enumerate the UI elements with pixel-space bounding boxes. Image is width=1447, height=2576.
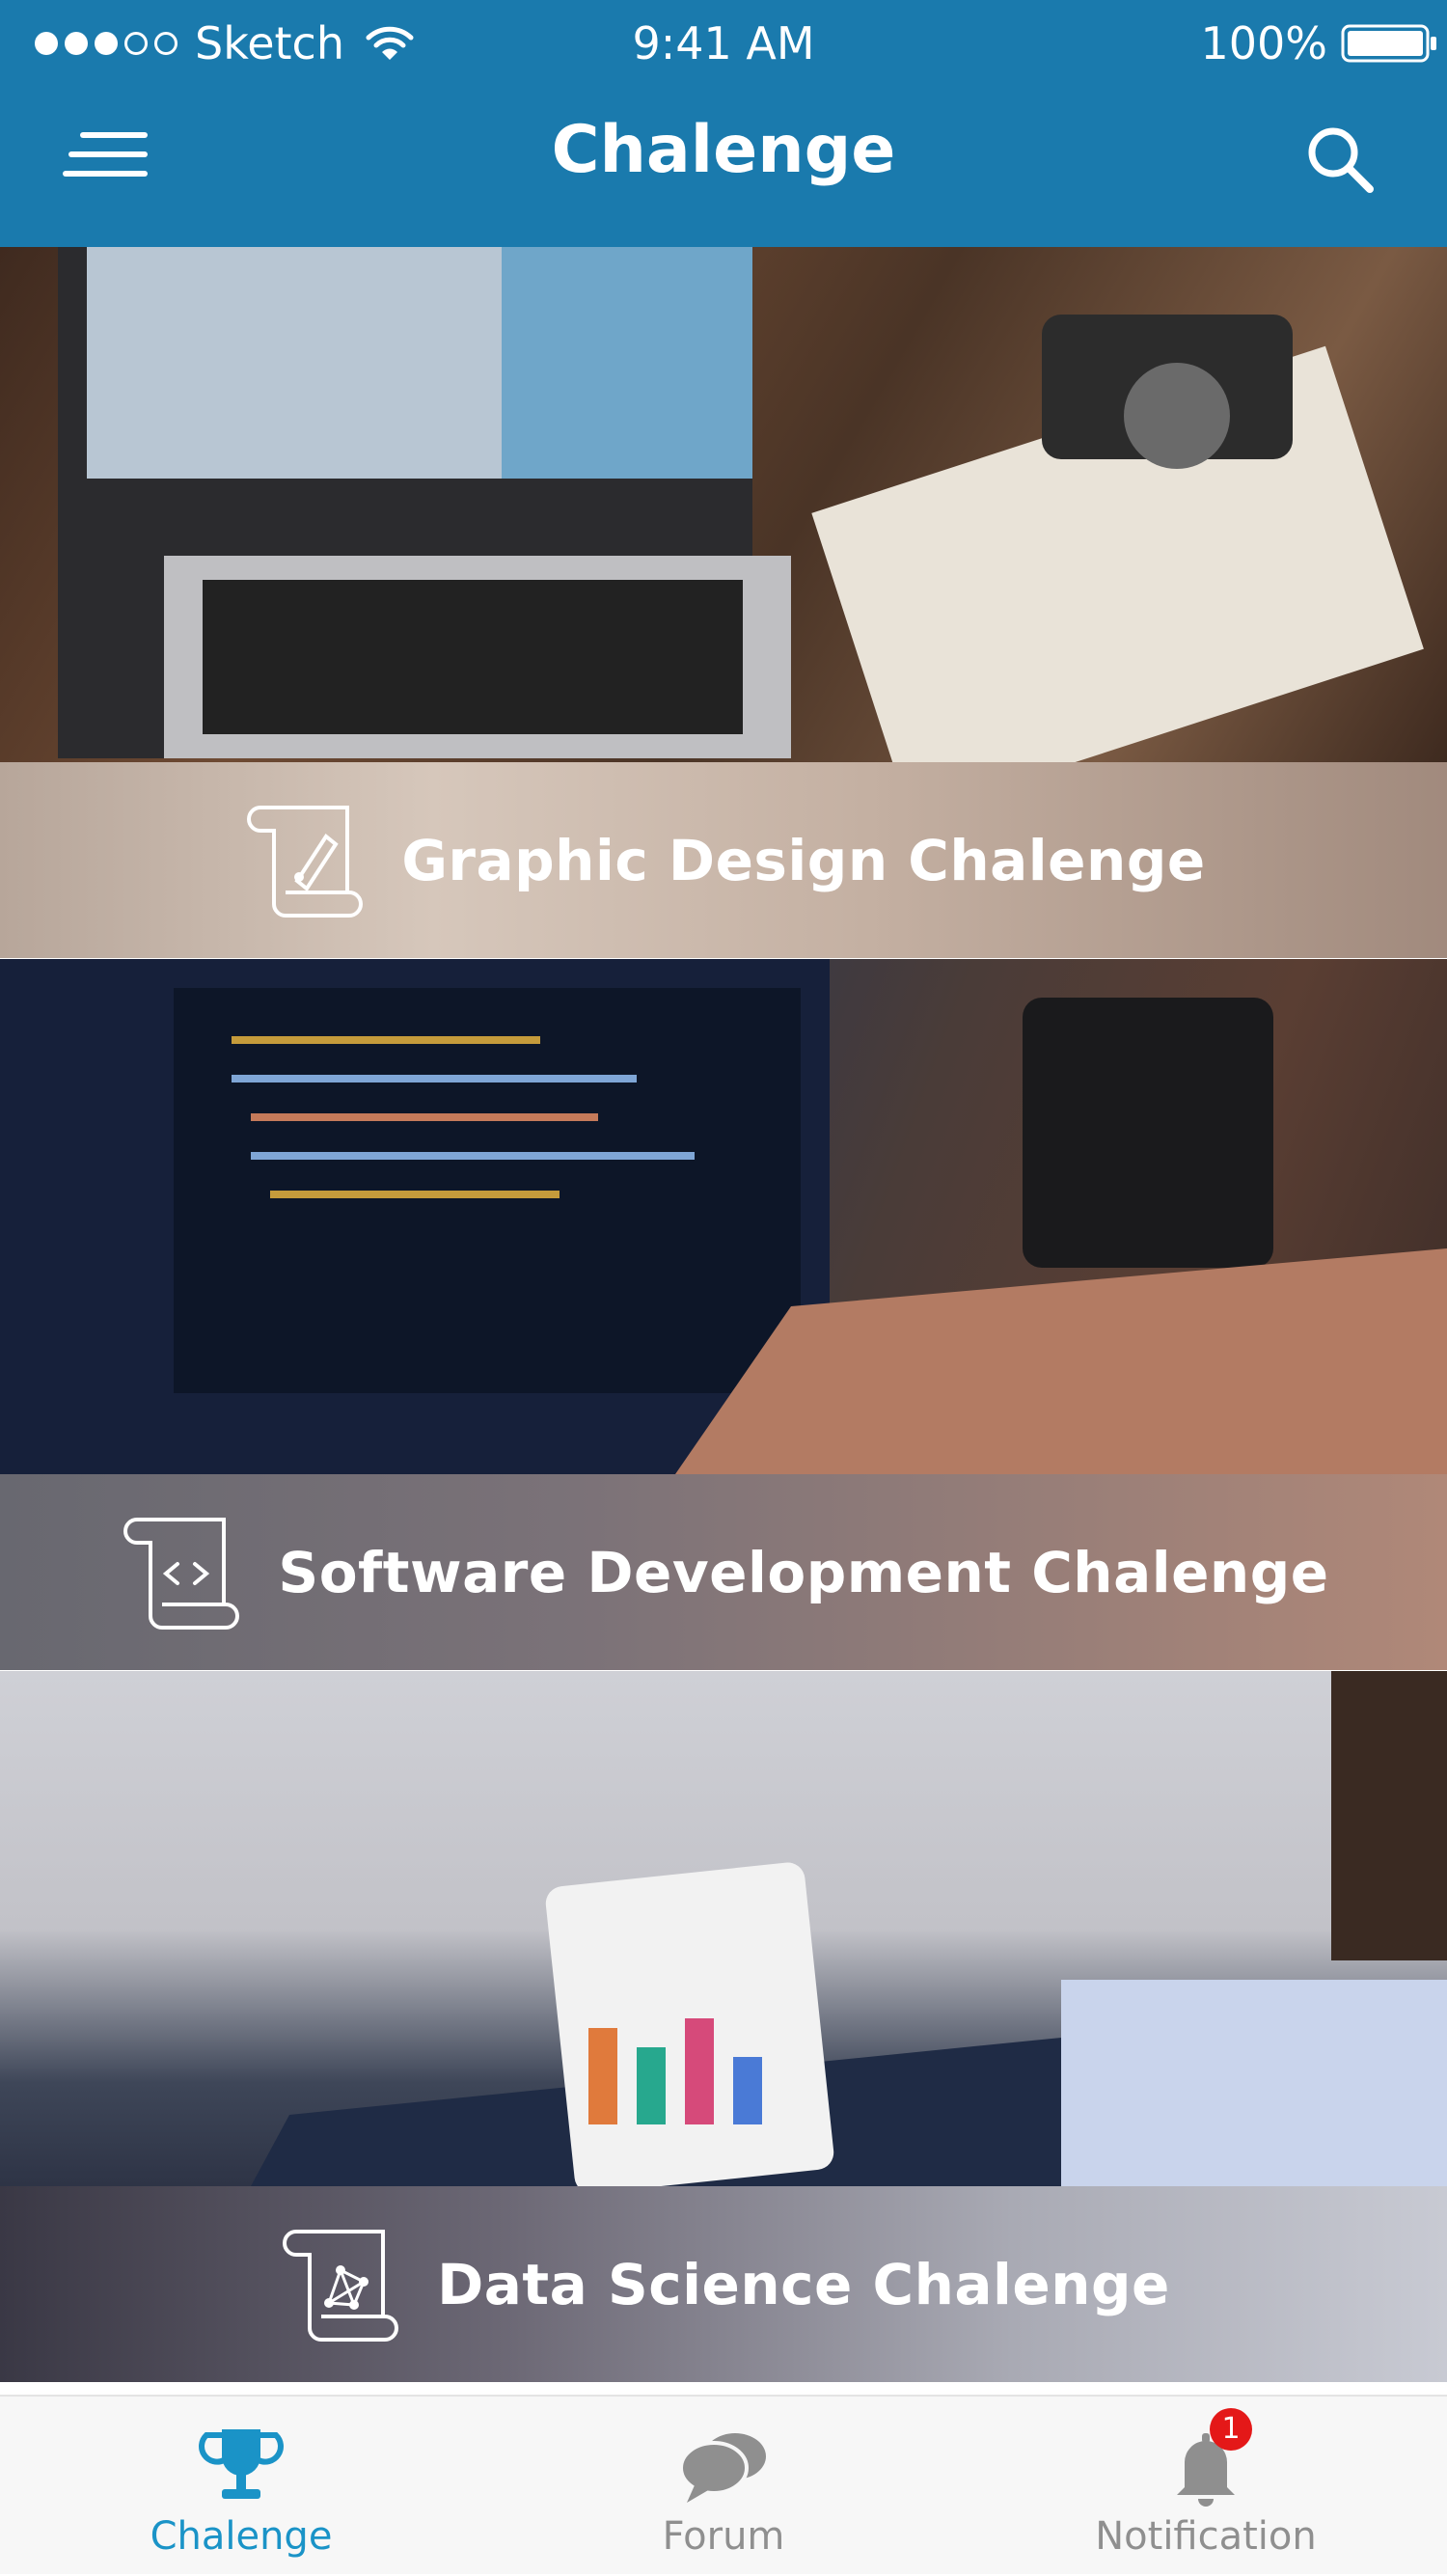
tab-label: Forum	[662, 2514, 785, 2559]
tab-notification[interactable]: 1 Notification	[965, 2397, 1447, 2576]
scroll-pen-icon	[247, 805, 364, 918]
card-software-development[interactable]: Software Development Chalenge	[0, 959, 1447, 1671]
card-label: Data Science Chalenge	[437, 2251, 1170, 2317]
card-caption: Software Development Chalenge	[0, 1474, 1447, 1670]
card-graphic-design[interactable]: Graphic Design Chalenge	[0, 247, 1447, 959]
card-caption: Data Science Chalenge	[0, 2186, 1447, 2382]
card-data-science[interactable]: Data Science Chalenge	[0, 1671, 1447, 2383]
search-icon[interactable]	[1302, 122, 1379, 199]
card-image-tablet-charts	[0, 1671, 1447, 2186]
battery-icon	[1341, 24, 1436, 63]
scroll-graph-icon	[283, 2229, 399, 2342]
tab-label: Notification	[1095, 2514, 1317, 2559]
card-image-code-laptop	[0, 959, 1447, 1474]
chat-bubbles-icon	[679, 2433, 766, 2503]
card-label: Graphic Design Chalenge	[401, 827, 1206, 893]
page-title: Chalenge	[551, 112, 896, 188]
tab-bar: Chalenge Forum 1 Notification	[0, 2395, 1447, 2574]
scroll-code-icon	[123, 1517, 240, 1630]
battery-info: 100%	[1158, 17, 1447, 69]
card-label: Software Development Chalenge	[278, 1539, 1329, 1605]
card-caption: Graphic Design Chalenge	[0, 762, 1447, 958]
tab-chalenge[interactable]: Chalenge	[0, 2397, 482, 2576]
tab-forum[interactable]: Forum	[482, 2397, 965, 2576]
status-bar: Sketch 9:41 AM 100%	[0, 0, 1447, 89]
tab-label: Chalenge	[150, 2514, 333, 2559]
trophy-icon	[199, 2429, 284, 2499]
notification-badge: 1	[1210, 2408, 1252, 2451]
app-header: Sketch 9:41 AM 100% Chalenge	[0, 0, 1447, 247]
battery-percent: 100%	[1200, 17, 1327, 69]
card-image-desk-laptop	[0, 247, 1447, 762]
